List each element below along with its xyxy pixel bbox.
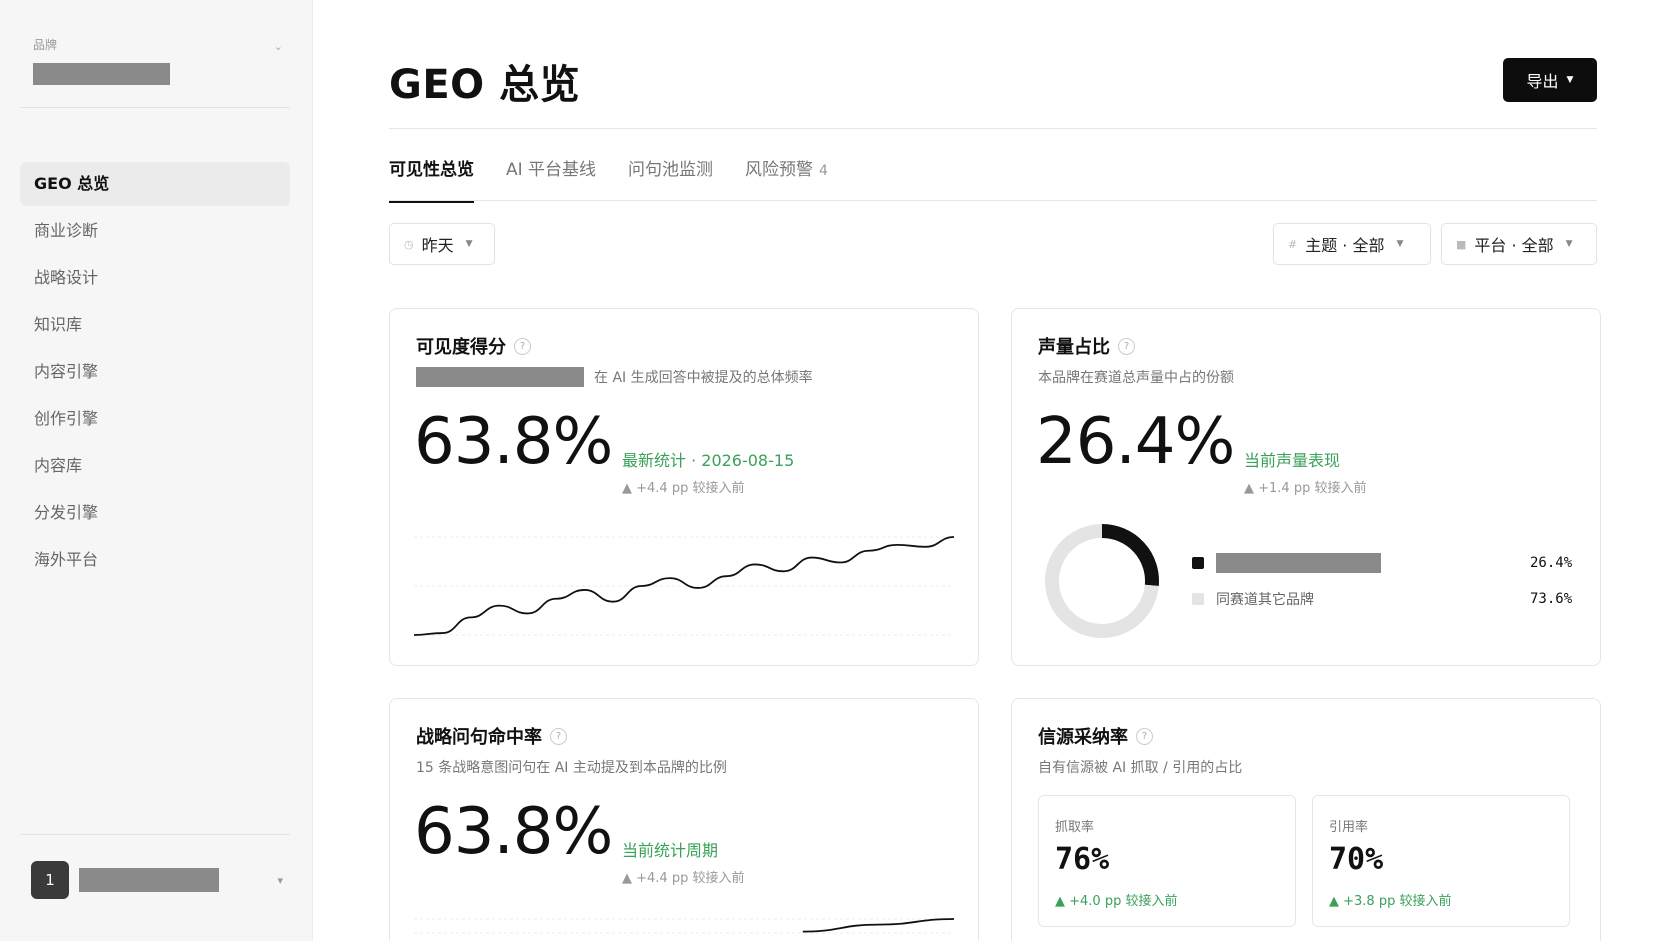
- help-icon[interactable]: ?: [1136, 727, 1153, 745]
- chevron-down-icon[interactable]: ⌄: [274, 40, 283, 53]
- card-title: 信源采纳率 ?: [1038, 723, 1153, 749]
- platform-filter[interactable]: ■ 平台 · 全部 ▼: [1441, 223, 1597, 265]
- brand-label: 品牌: [33, 38, 58, 52]
- tab-risk-alert[interactable]: 风险预警 4: [745, 150, 828, 202]
- tile-delta: ▲ +3.8 pp 较接入前: [1329, 894, 1452, 909]
- query-hit-rate-card: 战略问句命中率 ? 15 条战略意图问句在 AI 主动提及到本品牌的比例 63.…: [389, 698, 979, 941]
- sidebar-item-business-diagnosis[interactable]: 商业诊断: [20, 209, 290, 253]
- caret-down-icon: ▼: [1396, 239, 1404, 249]
- share-of-voice-card: 声量占比 ? 本品牌在赛道总声量中占的份额 26.4% 当前声量表现 ▲ +1.…: [1011, 308, 1601, 666]
- card-subtitle: 15 条战略意图问句在 AI 主动提及到本品牌的比例: [416, 760, 727, 776]
- metric-value: 26.4%: [1036, 405, 1235, 479]
- topic-filter[interactable]: # 主题 · 全部 ▼: [1273, 223, 1431, 265]
- metric-delta: ▲ +4.4 pp 较接入前: [622, 481, 745, 496]
- help-icon[interactable]: ?: [514, 337, 531, 355]
- metric-delta: ▲ +1.4 pp 较接入前: [1244, 481, 1367, 496]
- tabs-divider: [389, 200, 1597, 201]
- caret-down-icon: ▼: [465, 239, 473, 249]
- card-subtitle: 自有信源被 AI 抓取 / 引用的占比: [1038, 760, 1243, 776]
- tile-label: 引用率: [1329, 820, 1369, 835]
- brand-name-redacted: [1216, 553, 1381, 573]
- help-icon[interactable]: ?: [550, 727, 567, 745]
- tab-visibility-overview[interactable]: 可见性总览: [389, 150, 474, 203]
- tab-badge: 4: [819, 163, 828, 179]
- chevron-down-icon[interactable]: ▾: [277, 874, 283, 887]
- tile-delta: ▲ +4.0 pp 较接入前: [1055, 894, 1178, 909]
- tab-ai-platform-baseline[interactable]: AI 平台基线: [506, 150, 596, 202]
- brand-selector[interactable]: 品牌 ⌄: [33, 36, 283, 85]
- hit-rate-trend-chart: [414, 918, 954, 934]
- sidebar-divider: [20, 834, 290, 835]
- crawl-rate-tile: 抓取率 76% ▲ +4.0 pp 较接入前: [1038, 795, 1296, 927]
- legend-swatch: [1192, 593, 1204, 605]
- sidebar-item-knowledge-base[interactable]: 知识库: [20, 303, 290, 347]
- user-name-redacted: [79, 868, 219, 892]
- legend-value-brand: 26.4%: [1530, 555, 1573, 571]
- date-filter[interactable]: ◷ 昨天 ▼: [389, 223, 495, 265]
- legend-value-other: 73.6%: [1530, 591, 1573, 607]
- main-content: GEO 总览 导出 ▼ 可见性总览 AI 平台基线 问句池监测 风险预警 4 ◷ …: [313, 0, 1672, 941]
- sidebar: 品牌 ⌄ GEO 总览 商业诊断 战略设计 知识库 内容引擎 创作引擎 内容库 …: [0, 0, 313, 941]
- card-subtitle: 在 AI 生成回答中被提及的总体频率: [416, 367, 813, 387]
- sidebar-item-creation-engine[interactable]: 创作引擎: [20, 397, 290, 441]
- visibility-trend-chart: [414, 536, 954, 636]
- visibility-score-card: 可见度得分 ? 在 AI 生成回答中被提及的总体频率 63.8% 最新统计 · …: [389, 308, 979, 666]
- card-title: 战略问句命中率 ?: [416, 723, 567, 749]
- sidebar-item-content-engine[interactable]: 内容引擎: [20, 350, 290, 394]
- card-title: 声量占比 ?: [1038, 333, 1135, 359]
- sidebar-item-strategy-design[interactable]: 战略设计: [20, 256, 290, 300]
- citation-rate-tile: 引用率 70% ▲ +3.8 pp 较接入前: [1312, 795, 1570, 927]
- legend-swatch: [1192, 557, 1204, 569]
- help-icon[interactable]: ?: [1118, 337, 1135, 355]
- source-adoption-card: 信源采纳率 ? 自有信源被 AI 抓取 / 引用的占比 抓取率 76% ▲ +4…: [1011, 698, 1601, 941]
- square-icon: ■: [1456, 237, 1467, 251]
- brand-name-redacted: [33, 63, 170, 85]
- export-button[interactable]: 导出 ▼: [1503, 58, 1597, 102]
- trend-line: [802, 918, 954, 933]
- metric-value: 63.8%: [414, 795, 613, 869]
- tab-query-pool-monitor[interactable]: 问句池监测: [628, 150, 713, 202]
- sidebar-nav: GEO 总览 商业诊断 战略设计 知识库 内容引擎 创作引擎 内容库 分发引擎 …: [20, 162, 290, 585]
- donut-slice-brand: [1101, 524, 1159, 587]
- tile-value: 76%: [1055, 842, 1110, 877]
- card-subtitle: 本品牌在赛道总声量中占的份额: [1038, 370, 1234, 386]
- sidebar-item-distribution-engine[interactable]: 分发引擎: [20, 491, 290, 535]
- clock-icon: ◷: [404, 237, 414, 251]
- avatar: 1: [31, 861, 69, 899]
- legend-item-other: 同赛道其它品牌: [1192, 589, 1314, 609]
- sidebar-item-content-library[interactable]: 内容库: [20, 444, 290, 488]
- share-of-voice-donut-chart: [1045, 524, 1159, 638]
- page-title: GEO 总览: [389, 62, 581, 108]
- user-menu[interactable]: 1 ▾: [31, 860, 283, 900]
- hash-icon: #: [1288, 237, 1298, 251]
- legend-item-brand: [1192, 553, 1381, 573]
- caret-down-icon: ▼: [1565, 239, 1573, 249]
- metric-meta: 当前声量表现: [1244, 451, 1341, 470]
- header-divider: [389, 128, 1597, 129]
- metric-meta: 当前统计周期: [622, 841, 719, 860]
- sidebar-item-overseas-platform[interactable]: 海外平台: [20, 538, 290, 582]
- tile-value: 70%: [1329, 842, 1384, 877]
- metric-meta: 最新统计 · 2026-08-15: [622, 451, 795, 470]
- card-title: 可见度得分 ?: [416, 333, 531, 359]
- caret-down-icon: ▼: [1566, 75, 1574, 85]
- export-label: 导出: [1526, 72, 1559, 91]
- metric-value: 63.8%: [414, 405, 613, 479]
- sidebar-divider: [20, 107, 290, 108]
- sidebar-item-geo-overview[interactable]: GEO 总览: [20, 162, 290, 206]
- tile-label: 抓取率: [1055, 820, 1095, 835]
- metric-delta: ▲ +4.4 pp 较接入前: [622, 871, 745, 886]
- tab-bar: 可见性总览 AI 平台基线 问句池监测 风险预警 4: [389, 150, 860, 203]
- brand-name-redacted: [416, 367, 584, 387]
